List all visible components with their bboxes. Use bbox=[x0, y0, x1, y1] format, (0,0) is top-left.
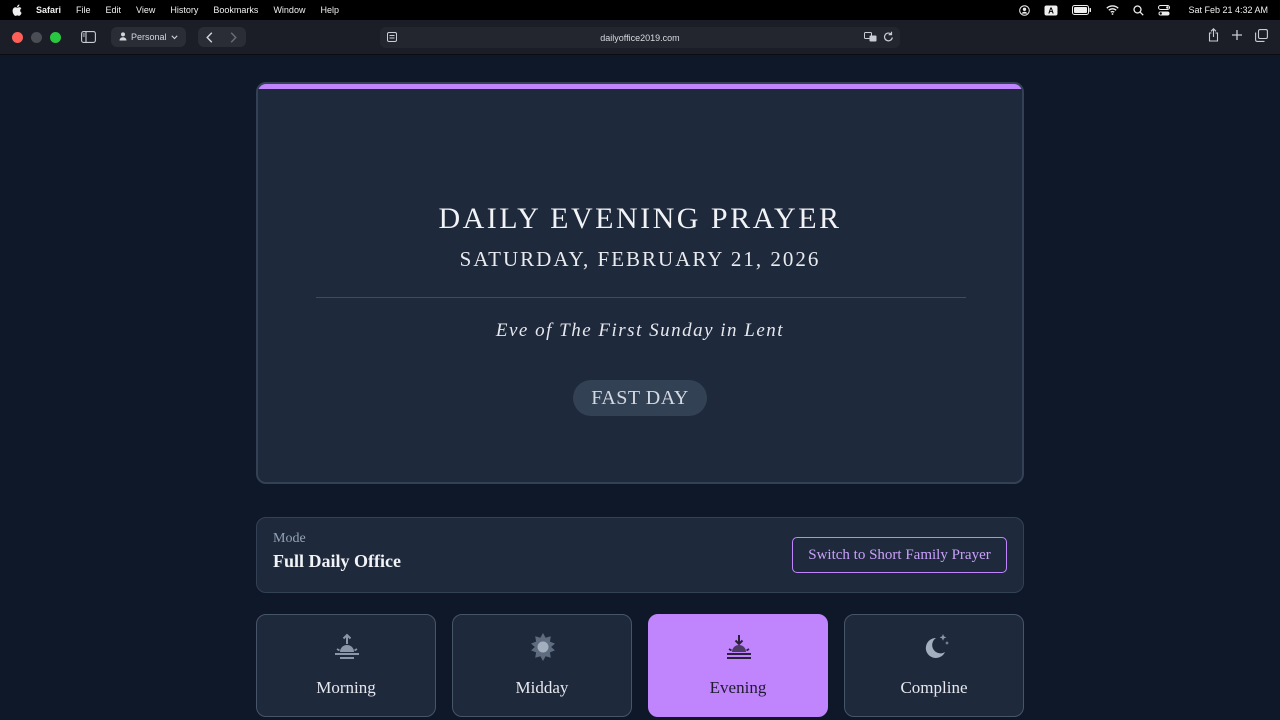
reload-icon[interactable] bbox=[883, 31, 894, 45]
share-icon[interactable] bbox=[1208, 28, 1219, 42]
address-actions bbox=[864, 31, 894, 45]
mode-value: Full Daily Office bbox=[273, 551, 401, 571]
office-tab-evening[interactable]: Evening bbox=[648, 614, 828, 717]
person-icon bbox=[119, 31, 127, 43]
profile-name: Personal bbox=[131, 32, 167, 42]
menu-bookmarks[interactable]: Bookmarks bbox=[213, 5, 258, 15]
mode-card: Mode Full Daily Office Switch to Short F… bbox=[256, 517, 1024, 593]
office-label: Compline bbox=[900, 678, 968, 697]
url-text: dailyoffice2019.com bbox=[600, 32, 680, 43]
control-center-icon[interactable] bbox=[1158, 4, 1171, 16]
menu-window[interactable]: Window bbox=[273, 5, 305, 15]
search-icon[interactable] bbox=[1133, 4, 1145, 16]
office-header-card: DAILY EVENING PRAYER SATURDAY, FEBRUARY … bbox=[256, 82, 1024, 484]
wifi-icon[interactable] bbox=[1106, 5, 1120, 15]
sunset-icon bbox=[722, 630, 756, 664]
office-tab-midday[interactable]: Midday bbox=[452, 614, 632, 717]
menu-edit[interactable]: Edit bbox=[106, 5, 122, 15]
address-bar[interactable]: dailyoffice2019.com bbox=[380, 27, 900, 48]
svg-text:A: A bbox=[1049, 6, 1055, 15]
sun-icon bbox=[526, 630, 560, 664]
menu-clock[interactable]: Sat Feb 21 4:32 AM bbox=[1188, 5, 1268, 15]
menu-bar: Safari File Edit View History Bookmarks … bbox=[0, 0, 1280, 20]
user-circle-icon[interactable] bbox=[1019, 4, 1031, 16]
toolbar-actions bbox=[1208, 28, 1268, 42]
browser-toolbar: Personal dailyoffice2019.com bbox=[0, 20, 1280, 55]
accent-bar bbox=[258, 84, 1022, 89]
zoom-window-button[interactable] bbox=[50, 31, 61, 43]
sidebar-toggle-icon[interactable] bbox=[77, 27, 99, 47]
office-selector: Morning Midday Evening Compline bbox=[256, 614, 1024, 717]
minimize-window-button[interactable] bbox=[31, 31, 42, 43]
office-label: Evening bbox=[709, 678, 767, 697]
office-label: Midday bbox=[515, 678, 569, 697]
menu-view[interactable]: View bbox=[136, 5, 155, 15]
menu-history[interactable]: History bbox=[170, 5, 198, 15]
office-tab-compline[interactable]: Compline bbox=[844, 614, 1024, 717]
menu-app-name[interactable]: Safari bbox=[36, 5, 61, 15]
mode-label: Mode bbox=[273, 531, 306, 546]
window-controls bbox=[12, 31, 61, 43]
office-label: Morning bbox=[316, 678, 376, 697]
menu-file[interactable]: File bbox=[76, 5, 91, 15]
battery-icon[interactable] bbox=[1072, 5, 1092, 15]
translate-icon[interactable] bbox=[864, 31, 877, 45]
new-tab-icon[interactable] bbox=[1231, 28, 1243, 42]
page-title: DAILY EVENING PRAYER bbox=[438, 202, 842, 235]
observance-title: Eve of The First Sunday in Lent bbox=[495, 320, 785, 341]
profile-switcher[interactable]: Personal bbox=[111, 27, 186, 47]
history-navigation bbox=[197, 27, 246, 47]
office-date: SATURDAY, FEBRUARY 21, 2026 bbox=[459, 247, 821, 271]
page-menu-icon[interactable] bbox=[386, 31, 398, 45]
status-area: A Sat Feb 21 4:32 AM bbox=[1019, 4, 1268, 16]
close-window-button[interactable] bbox=[12, 31, 23, 43]
switch-mode-button[interactable]: Switch to Short Family Prayer bbox=[792, 537, 1007, 573]
menu-help[interactable]: Help bbox=[320, 5, 339, 15]
forward-button[interactable] bbox=[222, 27, 246, 47]
fast-day-badge: FAST DAY bbox=[573, 380, 707, 416]
office-tab-morning[interactable]: Morning bbox=[256, 614, 436, 717]
back-button[interactable] bbox=[198, 27, 222, 47]
keyboard-input-icon[interactable]: A bbox=[1044, 5, 1058, 16]
moon-stars-icon bbox=[918, 630, 952, 664]
divider bbox=[316, 297, 966, 298]
apple-icon[interactable] bbox=[12, 4, 24, 16]
tab-overview-icon[interactable] bbox=[1255, 28, 1268, 42]
sunrise-icon bbox=[330, 630, 364, 664]
chevron-down-icon bbox=[170, 32, 178, 42]
